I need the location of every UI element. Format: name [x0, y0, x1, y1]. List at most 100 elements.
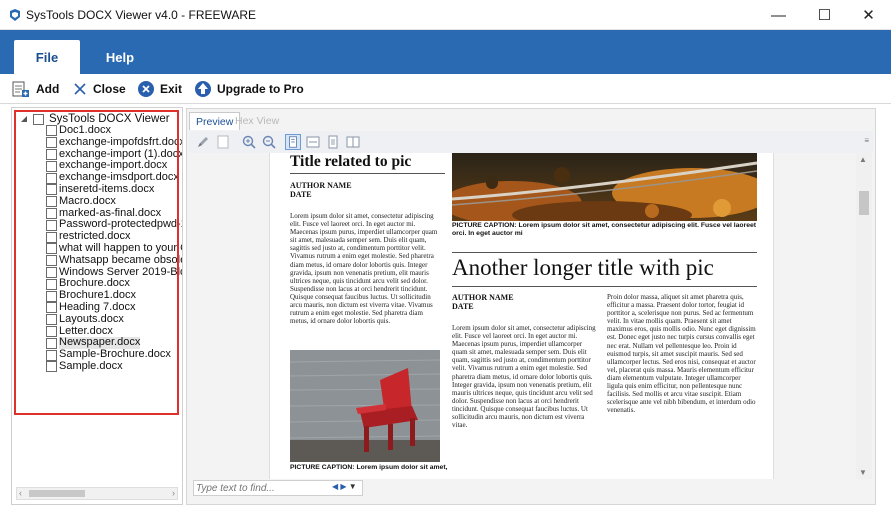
tree-file-item[interactable]: exchange-import (1).docx	[46, 149, 182, 161]
file-label: exchange-import.docx	[59, 160, 168, 172]
file-checkbox[interactable]	[46, 207, 57, 219]
tree-file-item[interactable]: Layouts.docx	[46, 314, 182, 326]
file-label: Windows Server 2019-Blog-Pre	[59, 266, 182, 278]
document-viewport[interactable]: Title related to pic AUTHOR NAME DATE Lo…	[194, 153, 857, 479]
tree-file-item[interactable]: Sample.docx	[46, 361, 182, 373]
window-title: SysTools DOCX Viewer v4.0 - FREEWARE	[26, 8, 257, 22]
file-checkbox[interactable]	[46, 219, 57, 231]
file-label: Newspaper.docx	[59, 337, 141, 350]
scroll-thumb[interactable]	[29, 490, 85, 497]
tree-file-item[interactable]: Whatsapp became obsolete - I	[46, 255, 182, 267]
scroll-up-arrow-icon[interactable]: ▲	[859, 155, 867, 164]
file-checkbox[interactable]	[46, 302, 57, 314]
file-label: Letter.docx	[59, 325, 113, 337]
tree-file-item[interactable]: exchange-import.docx	[46, 160, 182, 172]
file-checkbox[interactable]	[46, 160, 57, 172]
file-checkbox[interactable]	[46, 172, 57, 184]
tree-file-item[interactable]: Newspaper.docx	[46, 337, 182, 350]
file-checkbox[interactable]	[46, 125, 57, 137]
doc-date-1: DATE	[290, 190, 312, 199]
exit-button[interactable]: Exit	[137, 79, 182, 99]
find-text-input[interactable]	[196, 482, 324, 494]
file-label: Heading 7.docx	[59, 301, 136, 313]
file-checkbox[interactable]	[46, 231, 57, 243]
minimize-button[interactable]: —	[756, 0, 801, 30]
tree-file-item[interactable]: exchange-impofdsfrt.docx	[46, 137, 182, 149]
close-window-button[interactable]: ✕	[846, 0, 891, 30]
scroll-down-arrow-icon[interactable]: ▼	[859, 468, 867, 477]
file-checkbox[interactable]	[46, 290, 57, 302]
two-page-icon[interactable]	[345, 134, 361, 150]
tree-file-item[interactable]: Letter.docx	[46, 326, 182, 338]
preview-vertical-scrollbar[interactable]: ▲ ▼	[856, 153, 872, 479]
file-label: Brochure1.docx	[59, 290, 137, 302]
file-checkbox[interactable]	[46, 361, 57, 373]
tree-file-item[interactable]: Sample-Brochure.docx	[46, 349, 182, 361]
tree-file-item[interactable]: Macro.docx	[46, 196, 182, 208]
tree-file-item[interactable]: Password-protectedpwd-12345	[46, 219, 182, 231]
ribbon-tab-bar: File Help	[0, 30, 891, 74]
file-checkbox[interactable]	[46, 255, 57, 267]
page-icon[interactable]	[215, 134, 231, 150]
scroll-right-arrow-icon[interactable]: ›	[172, 488, 175, 498]
file-label: exchange-impofdsfrt.docx	[59, 136, 182, 148]
tab-help[interactable]: Help	[92, 40, 148, 74]
zoom-in-icon[interactable]	[241, 134, 257, 150]
maximize-button[interactable]: ☐	[802, 0, 847, 30]
file-checkbox[interactable]	[46, 137, 57, 149]
file-checkbox[interactable]	[46, 266, 57, 278]
close-button[interactable]: Close	[72, 79, 126, 99]
tree-file-item[interactable]: Doc1.docx	[46, 125, 182, 137]
tree-root-checkbox[interactable]	[33, 113, 44, 125]
vertical-scroll-thumb[interactable]	[859, 191, 869, 215]
pen-tool-icon[interactable]	[195, 134, 211, 150]
file-checkbox[interactable]	[46, 349, 57, 361]
tree-file-list: Doc1.docx exchange-impofdsfrt.docx exchang…	[46, 125, 182, 373]
tree-file-item[interactable]: exchange-imsdport.docx	[46, 172, 182, 184]
file-checkbox[interactable]	[46, 184, 57, 196]
tree-file-item[interactable]: Brochure.docx	[46, 278, 182, 290]
doc-date-2: DATE	[452, 302, 474, 311]
collapse-triangle-icon[interactable]	[20, 115, 28, 123]
tree-file-item[interactable]: Brochure1.docx	[46, 290, 182, 302]
upgrade-button-label: Upgrade to Pro	[217, 82, 304, 96]
scroll-left-arrow-icon[interactable]: ‹	[19, 488, 22, 498]
file-checkbox[interactable]	[46, 243, 57, 255]
find-bar: ◀ ▶ ▼	[193, 480, 363, 496]
file-label: inseretd-items.docx	[59, 183, 155, 195]
tree-horizontal-scrollbar[interactable]: ‹ ›	[16, 487, 178, 500]
add-button-label: Add	[36, 82, 60, 96]
file-tree-panel: SysTools DOCX Viewer Doc1.docx exchange-i…	[11, 107, 183, 505]
tree-file-item[interactable]: inseretd-items.docx	[46, 184, 182, 196]
tab-hex-view[interactable]: Hex View	[229, 112, 285, 130]
file-checkbox[interactable]	[46, 337, 57, 349]
single-page-icon[interactable]	[325, 134, 341, 150]
file-checkbox[interactable]	[46, 278, 57, 290]
doc-body-2: Lorem ipsum dolor sit amet, consectetur …	[452, 324, 596, 430]
tree-file-item[interactable]: Windows Server 2019-Blog-Pre	[46, 267, 182, 279]
file-label: Whatsapp became obsolete - I	[59, 254, 182, 266]
file-label: restricted.docx	[59, 231, 131, 243]
doc-author-1: AUTHOR NAME	[290, 181, 352, 190]
toolbar-overflow-icon[interactable]: ≡	[864, 136, 869, 145]
fit-width-icon[interactable]	[305, 134, 321, 150]
tree-file-item[interactable]: Heading 7.docx	[46, 302, 182, 314]
tree-root-node[interactable]: SysTools DOCX Viewer	[20, 112, 170, 126]
file-checkbox[interactable]	[46, 325, 57, 337]
fit-page-icon[interactable]	[285, 134, 301, 150]
tree-file-item[interactable]: marked-as-final.docx	[46, 208, 182, 220]
find-navigation-arrows-icon[interactable]: ◀ ▶ ▼	[332, 482, 357, 491]
file-checkbox[interactable]	[46, 314, 57, 326]
tab-file[interactable]: File	[14, 40, 80, 74]
zoom-out-icon[interactable]	[261, 134, 277, 150]
tree-file-item[interactable]: restricted.docx	[46, 231, 182, 243]
upgrade-to-pro-button[interactable]: Upgrade to Pro	[194, 79, 304, 99]
add-file-icon	[12, 81, 29, 97]
preview-toolbar: ≡	[189, 131, 873, 153]
document-page: Title related to pic AUTHOR NAME DATE Lo…	[269, 153, 774, 479]
close-x-icon	[74, 83, 86, 95]
file-checkbox[interactable]	[46, 196, 57, 208]
tree-file-item[interactable]: what will happen to your Goog	[46, 243, 182, 255]
add-button[interactable]: Add	[11, 79, 59, 99]
file-checkbox[interactable]	[46, 148, 57, 160]
